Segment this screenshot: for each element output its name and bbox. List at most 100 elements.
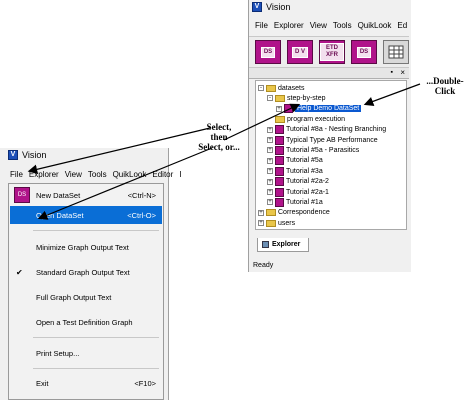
collapse-icon[interactable]: - [258,85,264,91]
menu-bar: File Explorer View Tools QuikLook Editor… [10,170,182,179]
menu-item-minimize-graph-output[interactable]: Minimize Graph Output Text [10,238,162,256]
annotation-select: Select, then Select, or... [198,122,240,152]
tree-item-label: Tutorial #5a - Parasitics [286,146,360,154]
explorer-window: V Vision File Explorer View Tools QuikLo… [248,0,411,272]
menu-item-full-graph-output[interactable]: Full Graph Output Text [10,288,162,306]
tree-item[interactable]: + users [258,218,295,228]
tab-explorer[interactable]: Explorer [257,238,309,252]
tree-item[interactable]: + Tutorial #3a [267,166,323,176]
tree-item-label: Tutorial #2a-2 [286,178,329,186]
folder-icon [266,84,276,92]
tree-item[interactable]: program execution [267,114,345,124]
folder-icon [275,94,285,102]
expand-icon[interactable]: + [267,199,273,206]
expand-icon[interactable]: + [267,147,273,154]
menu-view[interactable]: View [65,170,82,179]
dataset-icon [275,156,284,166]
tree-item[interactable]: + Help Demo DataSet [276,104,362,114]
folder-icon [275,115,285,123]
window-title: Vision [266,2,291,12]
folder-icon [266,209,276,217]
tab-explorer-label: Explorer [272,241,301,248]
menu-tools[interactable]: Tools [88,170,107,179]
dataset-icon [275,125,284,135]
menu-tools[interactable]: Tools [333,21,352,30]
toolbar: DS D V ETD XFR DS [249,36,409,68]
menu-file[interactable]: File [10,170,23,179]
expand-icon[interactable]: + [267,157,273,164]
tree-item[interactable]: + Tutorial #2a-1 [267,187,329,197]
dataset-tree: - datasets - step-by-step + Help Demo DataSet… [255,80,407,230]
collapse-icon[interactable]: - [267,95,273,102]
explorer-panel-header: ▪ × [249,68,409,79]
menu-item-print-setup[interactable]: Print Setup... [10,344,162,362]
tree-item[interactable]: + Tutorial #8a - Nesting Branching [267,125,386,135]
menu-view[interactable]: View [310,21,327,30]
explorer-tab-icon [262,241,269,248]
menu-bar: File Explorer View Tools QuikLook Ed [255,21,407,30]
grid-icon[interactable] [383,40,409,64]
expand-icon[interactable]: + [267,168,273,175]
expand-icon[interactable]: + [258,209,264,216]
tree-item[interactable]: + Tutorial #1a [267,197,323,207]
annotation-double-click: ...Double- Click [426,76,464,96]
dataset-icon [275,145,284,155]
folder-icon [266,219,276,227]
menu-item-open-test-definition-graph[interactable]: Open a Test Definition Graph [10,313,162,331]
close-icon[interactable]: × [400,68,405,77]
dataset-icon[interactable]: DS [351,40,377,64]
menu-explorer[interactable]: Explorer [274,21,304,30]
menu-explorer[interactable]: Explorer [29,170,59,179]
menu-separator [33,368,159,369]
vision-app-icon: V [8,150,18,160]
menu-editor[interactable]: Ed [397,21,407,30]
dataset-icon[interactable]: DS [255,40,281,64]
vision-app-icon: V [252,2,262,12]
tree-item[interactable]: + Typical Type AB Performance [267,135,378,145]
tree-item-label: Typical Type AB Performance [286,136,378,144]
menu-item-open-dataset[interactable]: Open DataSet <Ctrl-O> [10,206,162,224]
tree-item[interactable]: - datasets [258,83,304,93]
menu-item-standard-graph-output[interactable]: ✔ Standard Graph Output Text [10,263,162,281]
title-bar: V Vision [8,150,46,160]
menu-item-new-dataset[interactable]: DS New DataSet <Ctrl-N> [10,186,162,204]
menu-separator [33,337,159,338]
expand-icon[interactable]: + [267,126,273,133]
tree-item[interactable]: + Tutorial #5a - Parasitics [267,145,359,155]
expand-icon[interactable]: + [258,220,264,227]
expand-icon[interactable]: + [267,178,273,185]
tree-item-label: Tutorial #5a [286,157,323,165]
dataset-icon [275,197,284,207]
menu-separator [33,230,159,231]
tree-item[interactable]: - step-by-step [267,93,326,103]
tree-item-label: Help Demo DataSet [295,105,362,113]
menu-quiklook[interactable]: QuikLook [358,21,392,30]
menu-file[interactable]: File [255,21,268,30]
dataset-icon [275,177,284,187]
expand-icon[interactable]: + [267,189,273,195]
menu-item-exit[interactable]: Exit <F10> [10,374,162,392]
expand-icon[interactable]: + [267,137,273,143]
tree-item-label: step-by-step [287,94,326,102]
tree-item[interactable]: + Tutorial #2a-2 [267,177,329,187]
tree-item-label: Tutorial #3a [286,167,323,175]
pin-icon[interactable]: ▪ [391,68,393,77]
main-window: V Vision File Explorer View Tools QuikLo… [0,148,182,400]
tree-item-label: program execution [287,115,345,123]
tree-item-label: Tutorial #8a - Nesting Branching [286,126,387,134]
tree-item-label: Tutorial #1a [286,198,323,206]
dataset-icon [284,104,293,114]
expand-icon[interactable]: + [276,105,282,112]
dataset-icon [275,187,284,197]
dataset-icon [275,166,284,176]
dataset-view-icon[interactable]: D V [287,40,313,64]
tree-item-label: users [278,219,296,227]
menu-quiklook[interactable]: QuikLook [113,170,147,179]
menu-editor[interactable]: Editor [152,170,173,179]
etd-xfr-icon[interactable]: ETD XFR [319,40,345,64]
tree-item[interactable]: + Correspondence [258,208,330,218]
menu-more[interactable]: I [179,170,181,179]
tree-item-label: Tutorial #2a-1 [286,188,329,196]
tree-item[interactable]: + Tutorial #5a [267,156,323,166]
title-bar: V Vision [252,2,290,12]
